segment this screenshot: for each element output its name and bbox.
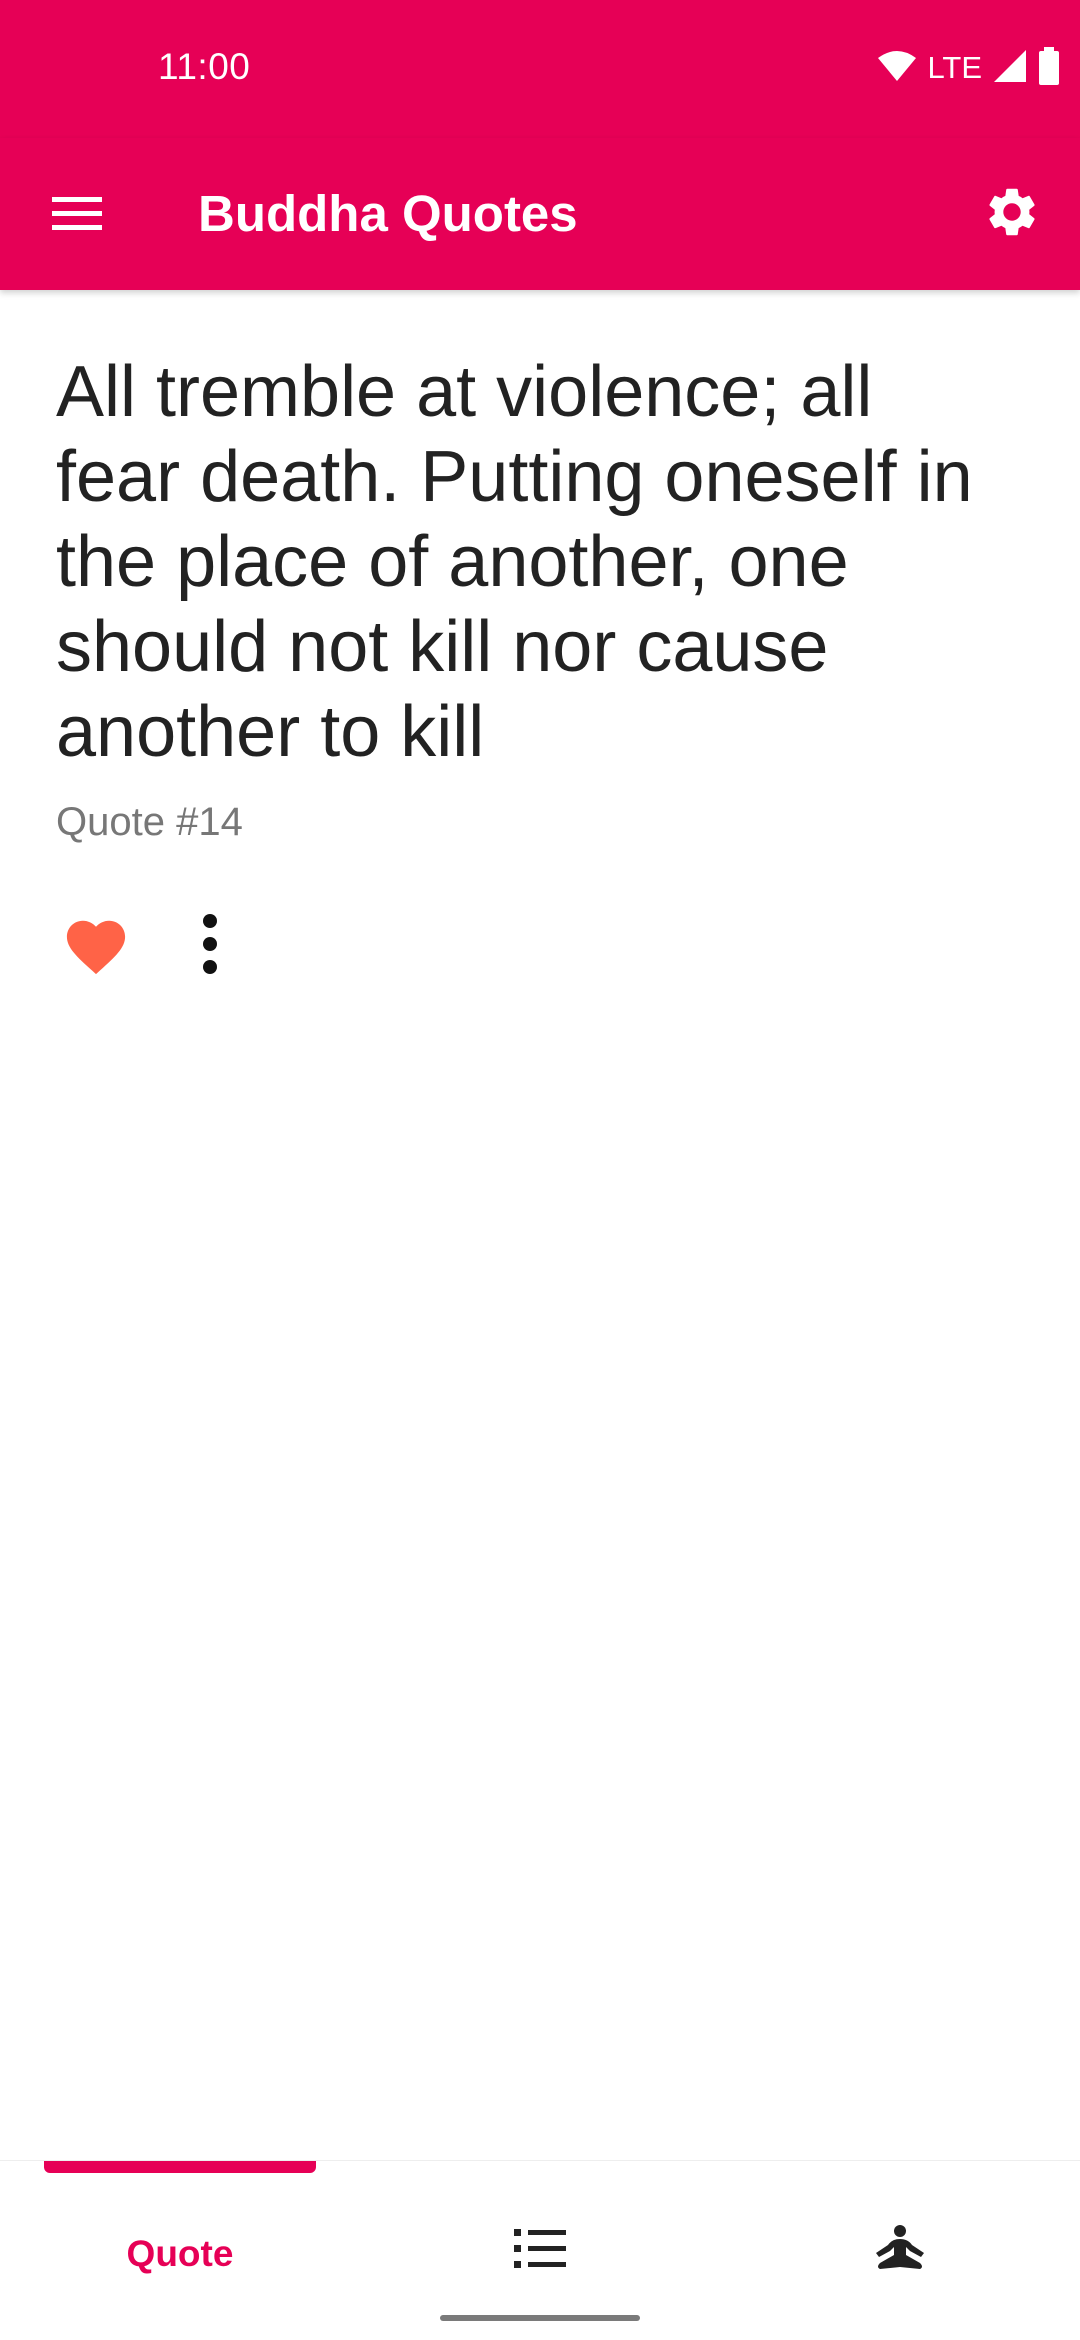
menu-button[interactable] [46, 184, 108, 246]
bottom-navigation: Quote [0, 2160, 1080, 2340]
tab-quote-label: Quote [126, 2233, 234, 2274]
quote-text: All tremble at violence; all fear death.… [56, 352, 973, 772]
wifi-icon [877, 50, 917, 87]
network-label: LTE [927, 50, 982, 85]
status-icons: LTE [877, 46, 1060, 90]
status-time: 11:00 [158, 46, 251, 87]
favorite-button[interactable] [56, 906, 136, 986]
tab-meditation[interactable] [720, 2161, 1080, 2340]
settings-button[interactable] [974, 176, 1050, 252]
more-options-button[interactable] [180, 906, 240, 986]
more-vertical-icon [200, 913, 220, 980]
app-bar: Buddha Quotes [0, 138, 1080, 290]
selected-tab-indicator [44, 2161, 316, 2173]
gear-icon [983, 183, 1041, 246]
page-title: Buddha Quotes [198, 185, 578, 242]
home-indicator[interactable] [440, 2315, 640, 2321]
quote-number: Quote #14 [56, 800, 243, 844]
signal-icon [992, 48, 1028, 89]
heart-icon [60, 912, 132, 981]
tab-quote[interactable]: Quote [0, 2161, 360, 2340]
menu-icon [52, 195, 102, 236]
battery-icon [1038, 46, 1060, 90]
tab-quote-list[interactable] [360, 2161, 720, 2340]
status-bar: 11:00 LTE [0, 0, 1080, 138]
meditation-icon [872, 2224, 928, 2278]
app-screen: 11:00 LTE Buddha Quotes All tremble at v… [0, 0, 1080, 2340]
list-icon [514, 2227, 566, 2276]
